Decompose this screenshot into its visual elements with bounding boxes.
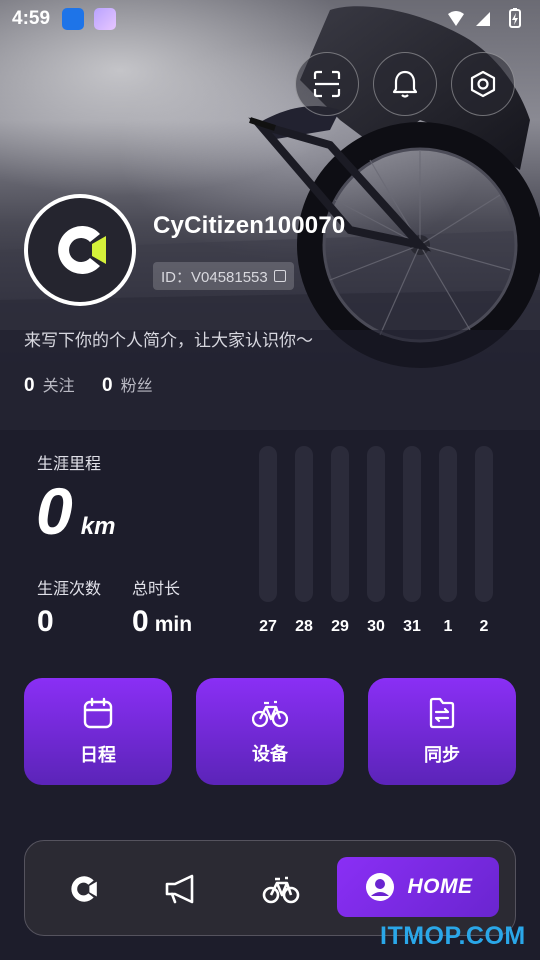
chart-day-label: 2	[479, 618, 489, 635]
chart-day-label: 1	[443, 618, 453, 635]
avatar[interactable]	[24, 194, 136, 306]
username: CyCitizen100070	[153, 212, 346, 239]
chart-bar-track	[475, 446, 493, 602]
device-label: 设备	[252, 743, 288, 764]
chart-bar-track	[331, 446, 349, 602]
nav-home-tab[interactable]: HOME	[337, 857, 499, 917]
bell-icon	[392, 70, 418, 98]
cycitizen-logo-icon	[58, 226, 106, 274]
chart-day-label: 28	[295, 618, 313, 635]
cycitizen-logo-icon	[71, 876, 97, 902]
calendar-icon	[83, 697, 113, 728]
user-id-text: ID：V04581553	[161, 268, 268, 286]
notification-game-icon	[94, 8, 116, 30]
sync-label: 同步	[424, 744, 460, 765]
hexagon-settings-icon	[470, 70, 496, 98]
followers-stat[interactable]: 0 粉丝	[102, 372, 153, 397]
system-status-icons	[448, 8, 521, 28]
chart-day-label: 30	[367, 618, 385, 635]
nav-ride-tab[interactable]	[251, 859, 311, 919]
following-label: 关注	[42, 378, 75, 395]
scan-button[interactable]	[295, 52, 359, 116]
user-id-badge[interactable]: ID：V04581553	[153, 262, 294, 290]
schedule-button[interactable]: 日程	[24, 678, 172, 785]
chart-bar-track	[439, 446, 457, 602]
notification-app-icon	[62, 8, 84, 30]
career-rides-label: 生涯次数	[37, 581, 102, 598]
notifications-button[interactable]	[373, 52, 437, 116]
following-count: 0	[24, 375, 35, 396]
signal-icon	[476, 12, 490, 26]
following-stat[interactable]: 0 关注	[24, 372, 75, 397]
schedule-label: 日程	[80, 744, 116, 765]
chart-bar-track	[295, 446, 313, 602]
wifi-icon	[448, 11, 464, 26]
bike-icon	[252, 700, 288, 727]
sync-file-icon	[429, 697, 455, 728]
chart-day-label: 29	[331, 618, 349, 635]
chart-bar-track	[367, 446, 385, 602]
career-mileage-value: 0 km	[36, 478, 115, 544]
settings-button[interactable]	[451, 52, 515, 116]
nav-home-label: HOME	[407, 875, 473, 898]
sync-button[interactable]: 同步	[368, 678, 516, 785]
total-duration-value: 0	[132, 605, 149, 638]
chart-bar-track	[403, 446, 421, 602]
total-duration-unit: min	[154, 613, 193, 636]
career-mileage-unit: km	[80, 513, 116, 540]
total-duration-stat: 总时长 0 min	[132, 575, 192, 639]
profile-icon	[365, 873, 394, 901]
chart-day-label: 27	[259, 618, 277, 635]
bio-text[interactable]: 来写下你的个人简介，让大家认识你～	[24, 326, 313, 351]
watermark: ITMOP.COM	[380, 922, 526, 950]
status-bar: 4:59	[0, 0, 540, 36]
career-rides-stat: 生涯次数 0	[37, 575, 101, 639]
career-rides-value: 0	[37, 605, 54, 638]
device-button[interactable]: 设备	[196, 678, 344, 785]
chart-day-label: 31	[403, 618, 421, 635]
followers-count: 0	[102, 375, 113, 396]
nav-announcements-tab[interactable]	[151, 859, 211, 919]
nav-brand-tab[interactable]	[53, 859, 113, 919]
career-mileage-number: 0	[36, 474, 73, 548]
copy-icon[interactable]	[273, 270, 286, 282]
followers-label: 粉丝	[120, 378, 153, 395]
megaphone-icon	[165, 874, 194, 904]
chart-bar-track	[259, 446, 277, 602]
career-mileage-label: 生涯里程	[37, 456, 102, 473]
scan-icon	[313, 70, 341, 98]
status-time: 4:59	[12, 8, 51, 29]
bike-icon	[262, 876, 300, 904]
total-duration-label: 总时长	[132, 581, 181, 598]
